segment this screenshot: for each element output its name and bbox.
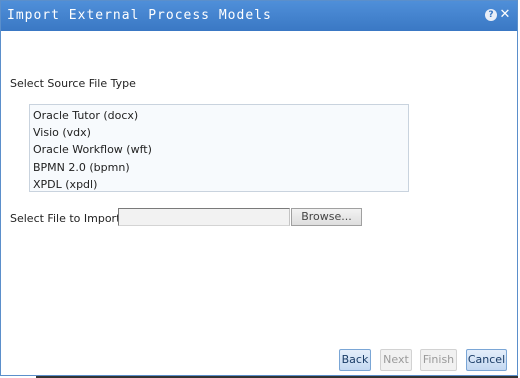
next-button[interactable]: Next	[380, 349, 412, 371]
finish-button[interactable]: Finish	[420, 349, 457, 371]
list-item[interactable]: BPMN 2.0 (bpmn)	[30, 159, 408, 176]
list-item[interactable]: XPDL (xpdl)	[30, 176, 408, 193]
list-item[interactable]: Oracle Workflow (wft)	[30, 141, 408, 158]
source-file-type-list[interactable]: Oracle Tutor (docx) Visio (vdx) Oracle W…	[29, 104, 409, 192]
import-dialog: Import External Process Models ? ✕ Selec…	[0, 0, 518, 376]
browse-button[interactable]: Browse...	[291, 208, 362, 226]
source-file-type-label: Select Source File Type	[10, 77, 136, 90]
list-item[interactable]: Oracle Tutor (docx)	[30, 107, 408, 124]
dialog-title: Import External Process Models	[7, 8, 272, 23]
cancel-button[interactable]: Cancel	[466, 349, 507, 371]
file-to-import-label: Select File to Import	[10, 212, 121, 225]
dialog-titlebar[interactable]: Import External Process Models ? ✕	[1, 1, 517, 31]
help-icon[interactable]: ?	[485, 9, 497, 21]
file-path-field[interactable]	[118, 208, 290, 226]
list-item[interactable]: Visio (vdx)	[30, 124, 408, 141]
back-button[interactable]: Back	[339, 349, 371, 371]
close-icon[interactable]: ✕	[499, 8, 511, 21]
